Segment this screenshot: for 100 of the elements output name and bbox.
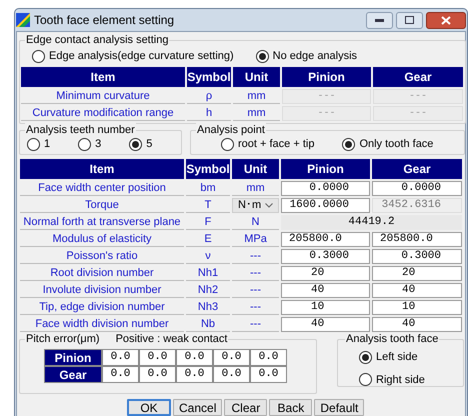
input-field[interactable]: 40 xyxy=(372,317,462,332)
input-field[interactable]: 20 xyxy=(281,266,370,281)
radio-button[interactable] xyxy=(359,350,372,364)
input-field[interactable]: 0.0 xyxy=(176,349,213,366)
column-header: Pinion xyxy=(282,67,371,87)
table-cell: Minimum curvature xyxy=(21,89,185,104)
input-field[interactable]: 0.3000 xyxy=(372,249,462,264)
radio-label[interactable]: No edge analysis xyxy=(272,48,358,64)
table-cell: Nh1 xyxy=(186,266,230,281)
radio-label[interactable]: 1 xyxy=(44,136,50,152)
input-field[interactable]: 40 xyxy=(281,317,370,332)
radio-button[interactable] xyxy=(129,138,142,150)
column-header: Unit xyxy=(233,67,280,87)
table-cell: bm xyxy=(186,181,230,196)
column-header: Gear xyxy=(372,159,462,179)
table-cell: Nh2 xyxy=(186,283,230,298)
minimize-icon xyxy=(375,18,384,22)
input-field[interactable]: 3452.6316 xyxy=(372,198,462,213)
radio-label[interactable]: Only tooth face xyxy=(359,136,434,152)
input-field[interactable]: 20 xyxy=(372,266,462,281)
maximize-icon xyxy=(405,16,414,24)
table-cell: --- xyxy=(232,317,279,332)
radio-button[interactable] xyxy=(342,138,356,150)
radio-label[interactable]: 5 xyxy=(146,136,152,152)
dialog-button[interactable]: Clear xyxy=(224,399,268,416)
app-icon xyxy=(16,13,30,27)
input-field[interactable]: 0.0000 xyxy=(372,181,462,196)
chevron-down-icon xyxy=(265,203,273,208)
radio-label[interactable]: root + face + tip xyxy=(238,136,314,152)
table-cell: mm xyxy=(232,181,279,196)
table-cell: ν xyxy=(186,249,230,264)
input-field[interactable]: 0.3000 xyxy=(281,249,370,264)
dialog-button[interactable]: Default xyxy=(314,399,364,416)
close-icon xyxy=(441,16,451,24)
table-cell: Torque xyxy=(20,198,184,213)
table-cell: N xyxy=(232,215,279,230)
group-title: Analysis tooth face xyxy=(345,332,440,346)
table-cell: F xyxy=(186,215,230,230)
row-header: Gear xyxy=(44,366,102,383)
input-field[interactable]: 0.0 xyxy=(139,349,176,366)
input-field[interactable]: 40 xyxy=(281,283,370,298)
column-header: Item xyxy=(21,67,185,87)
radio-button[interactable] xyxy=(27,138,40,150)
input-field[interactable]: 0.0 xyxy=(213,349,250,366)
input-field[interactable]: 40 xyxy=(372,283,462,298)
disabled-field: --- xyxy=(282,106,371,121)
input-field[interactable]: 1600.0000 xyxy=(281,198,370,213)
input-field[interactable]: 0.0 xyxy=(102,366,139,383)
column-header: Item xyxy=(20,159,184,179)
table-cell: --- xyxy=(232,283,279,298)
input-field[interactable]: 0.0000 xyxy=(281,181,370,196)
dialog-button[interactable]: OK xyxy=(127,399,171,416)
input-field[interactable]: 0.0 xyxy=(213,366,250,383)
disabled-field: --- xyxy=(373,89,463,104)
table-cell: --- xyxy=(232,300,279,315)
table-cell: Poisson's ratio xyxy=(20,249,184,264)
input-field[interactable]: 0.0 xyxy=(176,366,213,383)
radio-label[interactable]: Right side xyxy=(376,372,425,388)
column-header: Unit xyxy=(232,159,279,179)
table-cell: T xyxy=(186,198,230,213)
radio-label[interactable]: Edge analysis(edge curvature setting) xyxy=(49,48,234,64)
input-field[interactable]: 0.0 xyxy=(250,349,287,366)
minimize-button[interactable] xyxy=(366,12,393,28)
table-cell: Modulus of elasticity xyxy=(20,232,184,247)
dialog-button[interactable]: Back xyxy=(269,399,312,416)
input-field[interactable]: 10 xyxy=(372,300,462,315)
column-header: Symbol xyxy=(187,67,231,87)
radio-button[interactable] xyxy=(256,50,269,62)
dialog-button[interactable]: Cancel xyxy=(173,399,222,416)
disabled-field: --- xyxy=(373,106,463,121)
table-cell: Normal forth at transverse plane xyxy=(20,215,184,230)
maximize-button[interactable] xyxy=(396,12,423,28)
input-field[interactable]: 205800.0 xyxy=(281,232,370,247)
input-field[interactable]: 0.0 xyxy=(102,349,139,366)
radio-button[interactable] xyxy=(32,50,45,62)
disabled-field: --- xyxy=(282,89,371,104)
radio-button[interactable] xyxy=(78,138,92,150)
table-cell: mm xyxy=(233,89,280,104)
unit-dropdown[interactable]: N･m xyxy=(232,198,279,213)
input-field[interactable]: 10 xyxy=(281,300,370,315)
table-cell: --- xyxy=(232,266,279,281)
window-title: Tooth face element setting xyxy=(34,12,174,29)
table-cell: Involute division number xyxy=(20,283,184,298)
table-cell: Tip, edge division number xyxy=(20,300,184,315)
table-cell: Root division number xyxy=(20,266,184,281)
table-cell: Curvature modification range xyxy=(21,106,185,121)
table-cell: ρ xyxy=(187,89,231,104)
column-header: Symbol xyxy=(186,159,230,179)
column-header: Gear xyxy=(373,67,463,87)
group-title: Analysis teeth number xyxy=(25,123,136,137)
radio-label[interactable]: 3 xyxy=(95,136,102,152)
radio-button[interactable] xyxy=(359,373,372,386)
close-button[interactable] xyxy=(426,12,466,28)
radio-label[interactable]: Left side xyxy=(376,349,418,366)
table-cell: mm xyxy=(233,106,280,121)
input-field[interactable]: 0.0 xyxy=(139,366,176,383)
table-cell: Nh3 xyxy=(186,300,230,315)
radio-button[interactable] xyxy=(221,138,234,150)
input-field[interactable]: 0.0 xyxy=(250,366,287,383)
input-field[interactable]: 205800.0 xyxy=(372,232,462,247)
